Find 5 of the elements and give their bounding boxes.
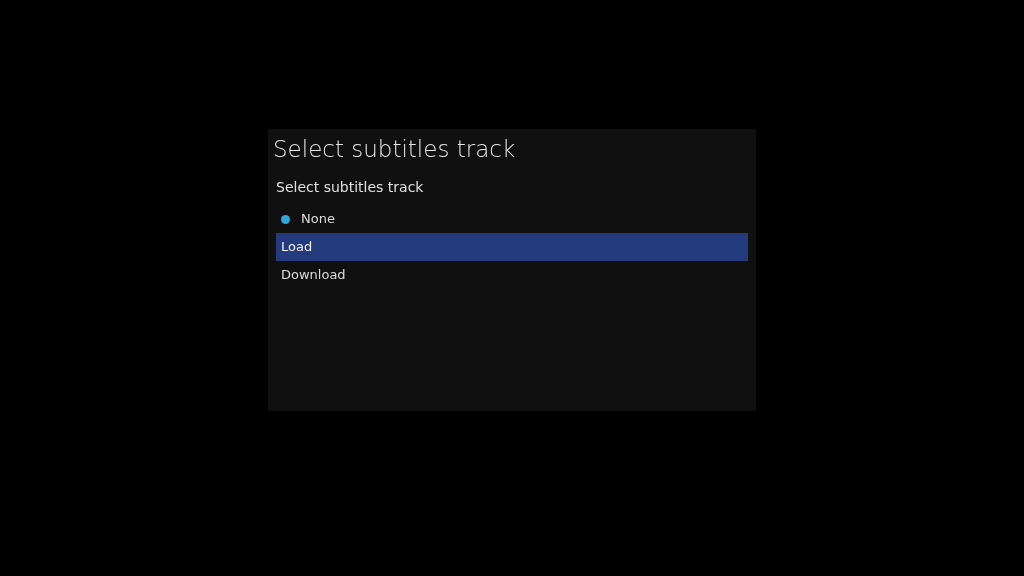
menu-item[interactable]: Download	[276, 261, 748, 289]
dialog-title: Select subtitles track	[273, 135, 517, 164]
menu-item[interactable]: None	[276, 205, 748, 233]
menu-item[interactable]: Load	[276, 233, 748, 261]
section-heading: Select subtitles track	[276, 178, 425, 197]
